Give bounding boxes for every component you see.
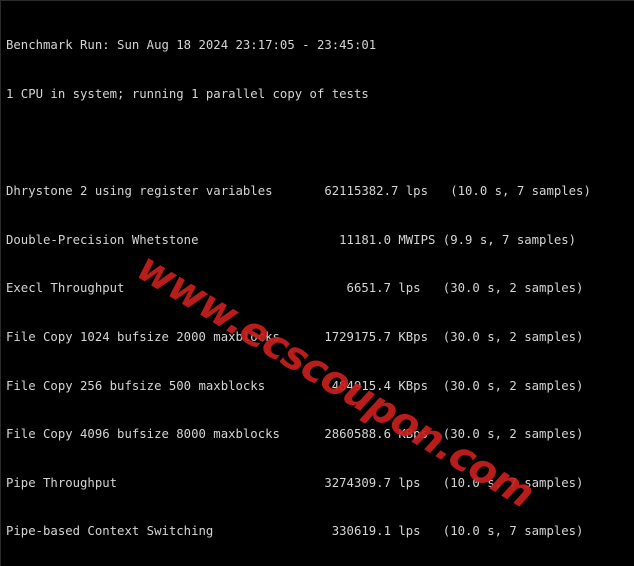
result-row-filecopy-256: File Copy 256 bufsize 500 maxblocks 4849… — [6, 378, 584, 393]
result-row-pipe-throughput: Pipe Throughput 3274309.7 lps (10.0 s, 7… — [6, 475, 584, 490]
result-row-filecopy-1024: File Copy 1024 bufsize 2000 maxblocks 17… — [6, 329, 584, 344]
result-row-whetstone: Double-Precision Whetstone 11181.0 MWIPS… — [6, 232, 577, 247]
result-row-context-switching: Pipe-based Context Switching 330619.1 lp… — [6, 524, 584, 539]
benchmark-run-line: Benchmark Run: Sun Aug 18 2024 23:17:05 … — [6, 38, 377, 53]
terminal-output: Benchmark Run: Sun Aug 18 2024 23:17:05 … — [6, 5, 634, 566]
result-row-execl: Execl Throughput 6651.7 lps (30.0 s, 2 s… — [6, 281, 584, 296]
result-row-dhrystone: Dhrystone 2 using register variables 621… — [6, 184, 591, 199]
result-row-filecopy-4096: File Copy 4096 bufsize 8000 maxblocks 28… — [6, 427, 584, 442]
cpu-info-line: 1 CPU in system; running 1 parallel copy… — [6, 87, 369, 101]
terminal-window: Benchmark Run: Sun Aug 18 2024 23:17:05 … — [0, 0, 634, 566]
